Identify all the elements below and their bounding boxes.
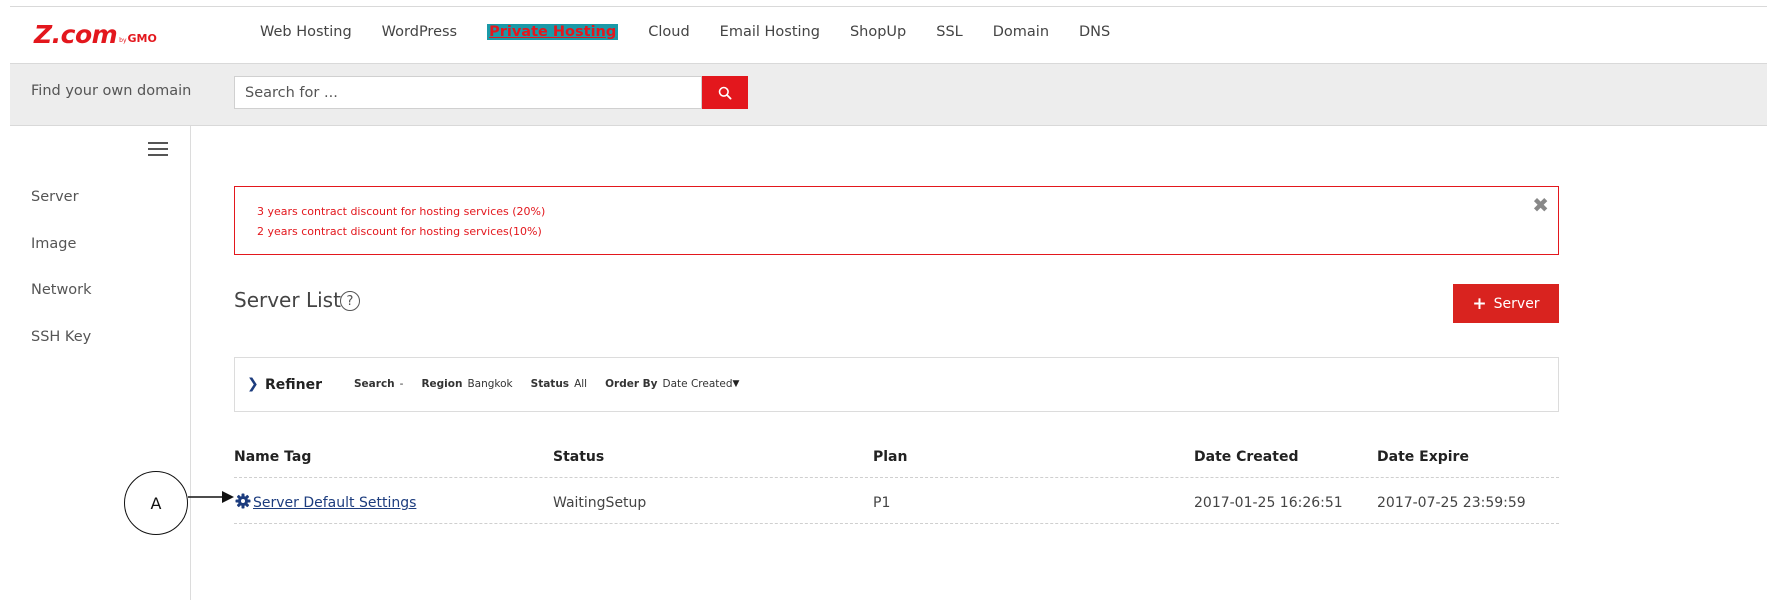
nav-wordpress[interactable]: WordPress (382, 24, 457, 40)
server-date-created: 2017-01-25 16:26:51 (1194, 495, 1343, 511)
add-server-label: Server (1493, 295, 1540, 312)
row-divider (234, 477, 1559, 478)
server-name-link[interactable]: Server Default Settings (253, 495, 416, 511)
chevron-right-icon[interactable]: ❯ (247, 376, 259, 392)
column-header-plan: Plan (873, 449, 908, 465)
discount-alert: 3 years contract discount for hosting se… (234, 186, 1559, 255)
plus-icon: + (1472, 293, 1487, 314)
nav-private-hosting[interactable]: Private Hosting (487, 24, 619, 40)
sidebar-item-server[interactable]: Server (31, 189, 79, 205)
refiner-filters: Search - Region Bangkok Status All Order… (354, 378, 739, 390)
nav-ssl[interactable]: SSL (936, 24, 963, 40)
caret-down-icon[interactable]: ▼ (733, 379, 740, 389)
nav-domain[interactable]: Domain (993, 24, 1049, 40)
nav-web-hosting[interactable]: Web Hosting (260, 24, 352, 40)
nav-dns[interactable]: DNS (1079, 24, 1110, 40)
logo-main-text: Z.com (34, 20, 118, 49)
column-header-name-tag: Name Tag (234, 449, 312, 465)
refiner-panel: ❯ Refiner Search - Region Bangkok Status… (234, 357, 1559, 412)
menu-toggle-icon[interactable] (148, 142, 168, 156)
column-header-date-created: Date Created (1194, 449, 1299, 465)
sidebar-item-network[interactable]: Network (31, 282, 92, 298)
annotation-arrow (188, 491, 234, 503)
filter-region-label: Region (421, 378, 463, 390)
nav-shopup[interactable]: ShopUp (850, 24, 906, 40)
row-divider (234, 523, 1559, 524)
server-name-text[interactable]: Server Default Settings (253, 495, 416, 511)
filter-status-value: All (574, 378, 588, 390)
nav-email-hosting[interactable]: Email Hosting (720, 24, 820, 40)
filter-region-value: Bangkok (467, 378, 513, 390)
search-button[interactable] (702, 76, 748, 109)
help-icon[interactable]: ? (340, 291, 360, 311)
filter-status-label: Status (530, 378, 570, 390)
add-server-button[interactable]: + Server (1453, 284, 1559, 323)
domain-search-input[interactable] (234, 76, 702, 109)
top-header: Z.com by GMO Web Hosting WordPress Priva… (10, 7, 1767, 63)
server-date-expire: 2017-07-25 23:59:59 (1377, 495, 1526, 511)
logo-by-text: by (119, 37, 127, 44)
search-icon (718, 86, 732, 100)
annotation-callout: A (124, 471, 188, 535)
main-nav: Web Hosting WordPress Private Hosting Cl… (260, 24, 1140, 40)
filter-search-value: - (399, 378, 404, 390)
gear-icon[interactable] (235, 493, 251, 509)
refiner-toggle[interactable]: Refiner (265, 377, 322, 393)
nav-cloud[interactable]: Cloud (648, 24, 689, 40)
zcom-logo[interactable]: Z.com by GMO (34, 20, 157, 49)
find-domain-label: Find your own domain (31, 83, 192, 99)
page-title: Server List (234, 288, 341, 312)
server-status: WaitingSetup (553, 495, 647, 511)
sidebar-item-image[interactable]: Image (31, 236, 76, 252)
filter-order-value[interactable]: Date Created (663, 378, 733, 390)
column-header-date-expire: Date Expire (1377, 449, 1469, 465)
logo-gmo-text: GMO (127, 32, 157, 45)
sidebar-item-ssh-key[interactable]: SSH Key (31, 329, 91, 345)
server-plan: P1 (873, 495, 891, 511)
alert-line-3year: 3 years contract discount for hosting se… (257, 205, 546, 218)
filter-search-label: Search (354, 378, 395, 390)
column-header-status: Status (553, 449, 605, 465)
domain-search-bar: Find your own domain (10, 63, 1767, 126)
close-icon[interactable]: ✖ (1532, 195, 1549, 215)
alert-line-2year: 2 years contract discount for hosting se… (257, 225, 542, 238)
filter-order-label: Order By (605, 378, 658, 390)
